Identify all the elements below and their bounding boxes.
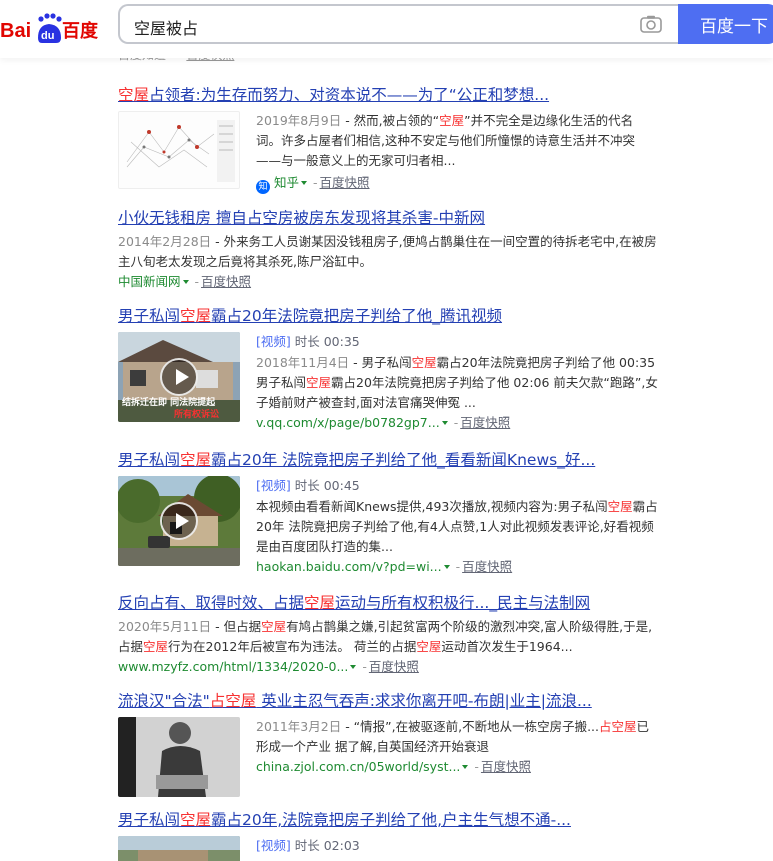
play-icon[interactable]: [160, 358, 198, 396]
play-icon[interactable]: [160, 502, 198, 540]
search-button[interactable]: 百度一下: [678, 4, 773, 44]
result-abstract: 2011年3月2日 - “情报”,在被驱逐前,不断地从一栋空房子搬...占空屋已…: [256, 719, 650, 754]
result-title[interactable]: 反向占有、取得时效、占据空屋运动与所有权积极行..._民主与法制网: [118, 593, 658, 613]
result-abstract: 本视频由看看新闻Knews提供,493次播放,视频内容为:男子私闯空屋霸占20年…: [256, 499, 658, 554]
result-title[interactable]: 空屋占领者:为生存而努力、对资本说不——为了“公正和梦想...: [118, 85, 658, 105]
svg-text:百度: 百度: [62, 20, 99, 42]
search-result: 男子私闯空屋霸占20年 法院竟把房子判给了他_看看新闻Knews_好... [视…: [118, 450, 658, 574]
search-result: 反向占有、取得时效、占据空屋运动与所有权积极行..._民主与法制网 2020年5…: [118, 593, 658, 677]
video-thumbnail[interactable]: [118, 476, 240, 566]
search-input[interactable]: 空屋被占: [118, 4, 680, 44]
svg-text:Bai: Bai: [0, 20, 31, 42]
search-result: 男子私闯空屋霸占20年,法院竟把房子判给了他,户主生气想不通-... [视频] …: [118, 810, 658, 861]
search-result: 流浪汉"合法"占空屋 英业主忍气吞声:求求你离开吧-布朗|业主|流浪... 20…: [118, 691, 658, 797]
result-title[interactable]: 男子私闯空屋霸占20年,法院竟把房子判给了他,户主生气想不通-...: [118, 810, 658, 830]
result-title[interactable]: 男子私闯空屋霸占20年法院竟把房子判给了他_腾讯视频: [118, 306, 658, 326]
result-title[interactable]: 流浪汉"合法"占空屋 英业主忍气吞声:求求你离开吧-布朗|业主|流浪...: [118, 691, 658, 711]
result-source: china.zjol.com.cn/05world/syst... - 百度快照: [256, 759, 531, 774]
svg-text:所有权诉讼: 所有权诉讼: [174, 408, 219, 420]
kuaizhao-link[interactable]: 百度快照: [460, 415, 510, 430]
search-result: 小伙无钱租房 擅自占空房被房东发现将其杀害-中新网 2014年2月28日 - 外…: [118, 208, 658, 292]
result-abstract: 2020年5月11日 - 但占据空屋有鸠占鹊巢之嫌,引起贫富两个阶级的激烈冲突,…: [118, 619, 653, 654]
search-query[interactable]: 空屋被占: [134, 15, 198, 39]
kuaizhao-link[interactable]: 百度快照: [369, 659, 419, 674]
result-abstract: 2014年2月28日 - 外来务工人员谢某因没钱租房子,便鸠占鹊巢住在一间空置的…: [118, 234, 657, 269]
kuaizhao-link[interactable]: 百度快照: [462, 559, 512, 574]
svg-text:du: du: [41, 30, 54, 42]
camera-icon[interactable]: [640, 15, 662, 33]
header: Bai du 百度 空屋被占 百度一下: [0, 0, 773, 58]
kuaizhao-link[interactable]: 百度快照: [320, 175, 370, 190]
result-abstract: 2019年8月9日 - 然而,被占领的“空屋”并不完全是边缘化生活的代名词。许多…: [256, 113, 635, 168]
video-thumbnail[interactable]: [118, 836, 240, 861]
video-thumbnail[interactable]: 结拆迁在即 同法院提起 所有权诉讼: [118, 332, 240, 422]
svg-text:结拆迁在即 同法院提起: 结拆迁在即 同法院提起: [122, 396, 216, 408]
video-meta: [视频] 时长 00:45: [256, 478, 360, 493]
result-source: haokan.baidu.com/v?pd=wi... - 百度快照: [256, 559, 513, 574]
result-source: v.qq.com/x/page/b0782gp7... - 百度快照: [256, 415, 511, 430]
search-result: 空屋占领者:为生存而努力、对资本说不——为了“公正和梦想... 2019年8月9…: [118, 85, 658, 195]
baidu-logo[interactable]: Bai du 百度: [0, 8, 102, 48]
video-meta: [视频] 时长 02:03: [256, 838, 360, 853]
result-source: 中国新闻网 - 百度快照: [118, 274, 252, 289]
zhihu-icon: 知: [256, 180, 270, 194]
result-abstract: 2018年11月4日 - 男子私闯空屋霸占20年法院竟把房子判给了他 00:35…: [256, 355, 658, 410]
video-meta: [视频] 时长 00:35: [256, 334, 360, 349]
result-thumbnail[interactable]: [118, 717, 240, 797]
kuaizhao-link[interactable]: 百度快照: [201, 274, 251, 289]
result-source: www.mzyfz.com/html/1334/2020-0... - 百度快照: [118, 659, 419, 674]
result-source: 知知乎 - 百度快照: [256, 173, 658, 194]
result-title[interactable]: 小伙无钱租房 擅自占空房被房东发现将其杀害-中新网: [118, 208, 658, 228]
result-thumbnail[interactable]: [118, 111, 240, 189]
result-title[interactable]: 男子私闯空屋霸占20年 法院竟把房子判给了他_看看新闻Knews_好...: [118, 450, 658, 470]
kuaizhao-link[interactable]: 百度快照: [481, 759, 531, 774]
search-result: 男子私闯空屋霸占20年法院竟把房子判给了他_腾讯视频 结拆迁在即 同法院提起 所…: [118, 306, 658, 430]
